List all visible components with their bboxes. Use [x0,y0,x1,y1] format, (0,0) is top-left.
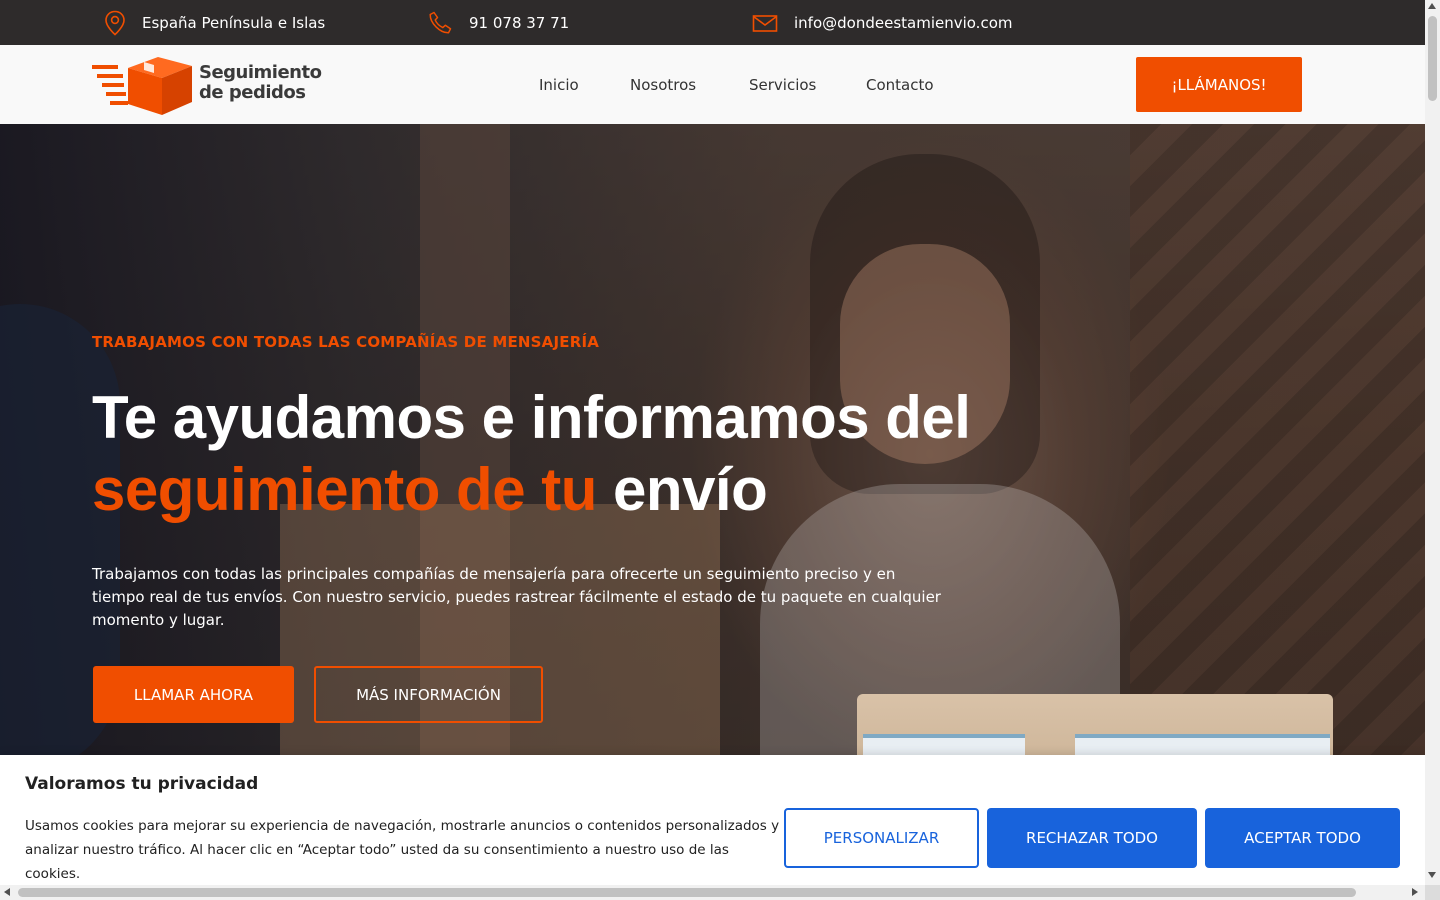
nav-item-inicio[interactable]: Inicio [539,45,579,124]
vertical-scroll-thumb[interactable] [1428,16,1437,101]
scroll-down-arrow-icon[interactable] [1428,872,1436,878]
cookie-text: Usamos cookies para mejorar su experienc… [25,818,780,882]
mail-icon [752,14,778,32]
top-info-bar: España Península e Islas 91 078 37 71 in… [0,0,1425,45]
hero-kicker: TRABAJAMOS CON TODAS LAS COMPAÑÍAS DE ME… [92,333,600,351]
customize-cookies-button[interactable]: PERSONALIZAR [784,808,979,868]
hero-title-accent: seguimiento de tu [92,456,597,523]
package-logo-icon [92,57,192,115]
hero-title-end: envío [613,456,768,523]
location-info: España Península e Islas [104,0,325,45]
logo-line-1: Seguimiento [199,62,322,83]
scroll-left-arrow-icon[interactable] [4,888,10,896]
location-text: España Península e Islas [142,13,326,32]
logo-text: Seguimiento de pedidos [199,62,322,103]
phone-icon [429,11,452,34]
call-now-button[interactable]: LLAMAR AHORA [93,666,294,723]
logo-line-2: de pedidos [199,82,306,103]
call-us-button[interactable]: ¡LLÁMANOS! [1136,57,1302,112]
accept-all-cookies-button[interactable]: ACEPTAR TODO [1205,808,1400,868]
horizontal-scrollbar[interactable] [0,885,1425,900]
scroll-right-arrow-icon[interactable] [1412,888,1418,896]
phone-info[interactable]: 91 078 37 71 [427,0,569,45]
scrollbar-corner [1425,885,1440,900]
hero-preview-card [857,694,1333,755]
hero-photo-stairs [1130,124,1425,755]
cookie-title: Valoramos tu privacidad [25,774,259,794]
email-info[interactable]: info@dondeestamienvio.com [752,0,1012,45]
cookie-consent-banner: Valoramos tu privacidad Usamos cookies p… [0,755,1425,885]
more-info-button[interactable]: MÁS INFORMACIÓN [314,666,543,723]
nav-item-servicios[interactable]: Servicios [749,45,816,124]
scroll-up-arrow-icon[interactable] [1428,3,1436,9]
horizontal-scroll-thumb[interactable] [18,888,1356,897]
map-pin-icon [105,10,125,36]
phone-text[interactable]: 91 078 37 71 [469,14,569,32]
site-logo[interactable]: Seguimiento de pedidos [92,54,322,116]
nav-item-contacto[interactable]: Contacto [866,45,934,124]
hero-description: Trabajamos con todas las principales com… [92,565,941,629]
hero-title-line-2: seguimiento de tu envío [92,454,970,526]
main-navigation: Seguimiento de pedidos Inicio Nosotros S… [0,45,1425,124]
hero-title: Te ayudamos e informamos del seguimiento… [92,382,971,526]
hero-title-line-1: Te ayudamos e informamos del [92,384,971,451]
preview-screen-left [863,734,1025,755]
vertical-scrollbar[interactable] [1425,0,1440,900]
reject-all-cookies-button[interactable]: RECHAZAR TODO [987,808,1197,868]
nav-item-nosotros[interactable]: Nosotros [630,45,696,124]
preview-screen-right [1075,734,1330,755]
email-text[interactable]: info@dondeestamienvio.com [794,14,1012,32]
